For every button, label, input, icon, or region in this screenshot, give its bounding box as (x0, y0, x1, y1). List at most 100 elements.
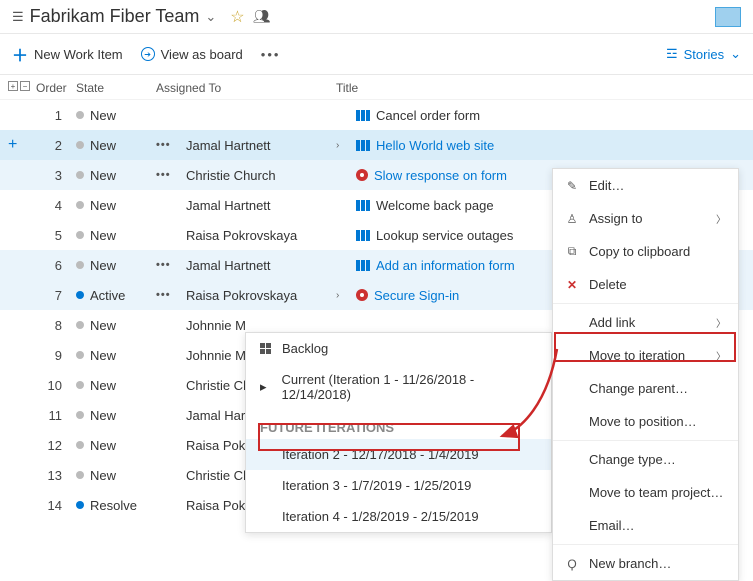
submenu-iteration-2[interactable]: Iteration 2 - 12/17/2018 - 1/4/2019 (246, 439, 551, 470)
star-icon[interactable]: ☆ (230, 7, 244, 27)
stories-dropdown[interactable]: ☲ Stories ⌄ (666, 46, 741, 62)
row-order: 6 (36, 258, 76, 273)
row-assigned: Jamal Hartnett (186, 138, 336, 153)
row-assigned: Jamal Hartnett (186, 258, 336, 273)
story-icon (356, 200, 370, 211)
row-actions-button[interactable]: ••• (156, 139, 186, 151)
toolbar: ＋ New Work Item ➔ View as board ••• ☲ St… (0, 34, 753, 75)
ctx-add-link[interactable]: Add link〉 (553, 306, 738, 339)
row-actions-button[interactable]: ••• (156, 289, 186, 301)
delete-icon: ✕ (565, 278, 579, 292)
row-state: Active (76, 288, 156, 303)
header-highlight (715, 7, 741, 27)
story-icon (356, 230, 370, 241)
col-assigned[interactable]: Assigned To (156, 81, 336, 95)
state-dot-icon (76, 201, 84, 209)
row-state: New (76, 108, 156, 123)
chevron-down-icon[interactable]: ⌄ (205, 9, 216, 25)
submenu-iteration-4[interactable]: Iteration 4 - 1/28/2019 - 2/15/2019 (246, 501, 551, 532)
row-state: Resolve (76, 498, 156, 513)
person-icon: ♙ (565, 212, 579, 226)
story-icon (356, 110, 370, 121)
state-dot-icon (76, 261, 84, 269)
ctx-delete[interactable]: ✕Delete (553, 268, 738, 301)
row-state: New (76, 408, 156, 423)
ctx-assign[interactable]: ♙Assign to〉 (553, 202, 738, 235)
col-order[interactable]: Order (36, 81, 76, 95)
state-dot-icon (76, 321, 84, 329)
row-assigned: Raisa Pokrovskaya (186, 288, 336, 303)
submenu-backlog[interactable]: Backlog (246, 333, 551, 364)
iteration-submenu: Backlog ▸ Current (Iteration 1 - 11/26/2… (245, 332, 552, 533)
add-child-button[interactable]: + (8, 136, 36, 154)
chevron-right-icon: 〉 (716, 348, 726, 363)
chevron-down-icon: ⌄ (730, 46, 741, 62)
team-icon[interactable]: 👥︎ (253, 8, 271, 25)
ctx-move-iteration[interactable]: Move to iteration〉 (553, 339, 738, 372)
ctx-copy[interactable]: ⧉Copy to clipboard (553, 235, 738, 268)
row-assigned: Johnnie M (186, 318, 336, 333)
list-icon: ☲ (666, 46, 678, 62)
col-title[interactable]: Title (336, 81, 745, 95)
row-actions-button[interactable]: ••• (156, 259, 186, 271)
row-state: New (76, 318, 156, 333)
backlog-icon (260, 343, 272, 355)
state-dot-icon (76, 231, 84, 239)
work-item-link[interactable]: Secure Sign-in (374, 288, 459, 303)
row-order: 9 (36, 348, 76, 363)
state-dot-icon (76, 381, 84, 389)
row-actions-button[interactable]: ••• (156, 169, 186, 181)
team-title[interactable]: Fabrikam Fiber Team (30, 6, 200, 27)
ctx-email[interactable]: Email… (553, 509, 738, 542)
state-dot-icon (76, 171, 84, 179)
row-state: New (76, 138, 156, 153)
col-state[interactable]: State (76, 81, 156, 95)
ctx-change-parent[interactable]: Change parent… (553, 372, 738, 405)
work-item-link[interactable]: Slow response on form (374, 168, 507, 183)
row-order: 3 (36, 168, 76, 183)
ctx-move-project[interactable]: Move to team project… (553, 476, 738, 509)
work-item-link[interactable]: Hello World web site (376, 138, 494, 153)
row-order: 7 (36, 288, 76, 303)
expand-caret[interactable]: › (336, 290, 356, 301)
row-order: 10 (36, 378, 76, 393)
submenu-iteration-3[interactable]: Iteration 3 - 1/7/2019 - 1/25/2019 (246, 470, 551, 501)
column-headers: +− Order State Assigned To Title (0, 75, 753, 100)
state-dot-icon (76, 501, 84, 509)
table-row[interactable]: +2New•••Jamal Hartnett›Hello World web s… (0, 130, 753, 160)
backlog-icon: ☰ (12, 9, 24, 25)
work-item-title: Welcome back page (376, 198, 494, 213)
row-order: 14 (36, 498, 76, 513)
new-work-item-label: New Work Item (34, 47, 123, 62)
more-actions-button[interactable]: ••• (261, 47, 281, 62)
ctx-edit[interactable]: ✎Edit… (553, 169, 738, 202)
bug-icon (356, 169, 368, 181)
state-dot-icon (76, 141, 84, 149)
row-order: 12 (36, 438, 76, 453)
view-as-board-button[interactable]: ➔ View as board (141, 47, 243, 62)
clipboard-icon: ⧉ (565, 244, 579, 259)
work-item-title: Cancel order form (376, 108, 480, 123)
ctx-new-branch[interactable]: ϘNew branch… (553, 547, 738, 580)
row-state: New (76, 228, 156, 243)
work-item-link[interactable]: Add an information form (376, 258, 515, 273)
ctx-change-type[interactable]: Change type… (553, 443, 738, 476)
submenu-current[interactable]: ▸ Current (Iteration 1 - 11/26/2018 - 12… (246, 364, 551, 410)
plus-icon: ＋ (12, 42, 28, 66)
pencil-icon: ✎ (565, 179, 579, 193)
row-state: New (76, 438, 156, 453)
row-state: New (76, 198, 156, 213)
table-row[interactable]: 1New Cancel order form (0, 100, 753, 130)
state-dot-icon (76, 441, 84, 449)
expand-caret[interactable]: › (336, 140, 356, 151)
chevron-right-icon: 〉 (716, 315, 726, 330)
row-assigned: Raisa Pokrovskaya (186, 228, 336, 243)
expand-collapse-buttons[interactable]: +− (8, 81, 36, 95)
new-work-item-button[interactable]: ＋ New Work Item (12, 42, 123, 66)
caret-right-icon: ▸ (260, 379, 272, 395)
chevron-right-icon: 〉 (716, 211, 726, 226)
row-order: 11 (36, 408, 76, 423)
ctx-move-position[interactable]: Move to position… (553, 405, 738, 438)
row-order: 1 (36, 108, 76, 123)
row-assigned: Jamal Hartnett (186, 198, 336, 213)
